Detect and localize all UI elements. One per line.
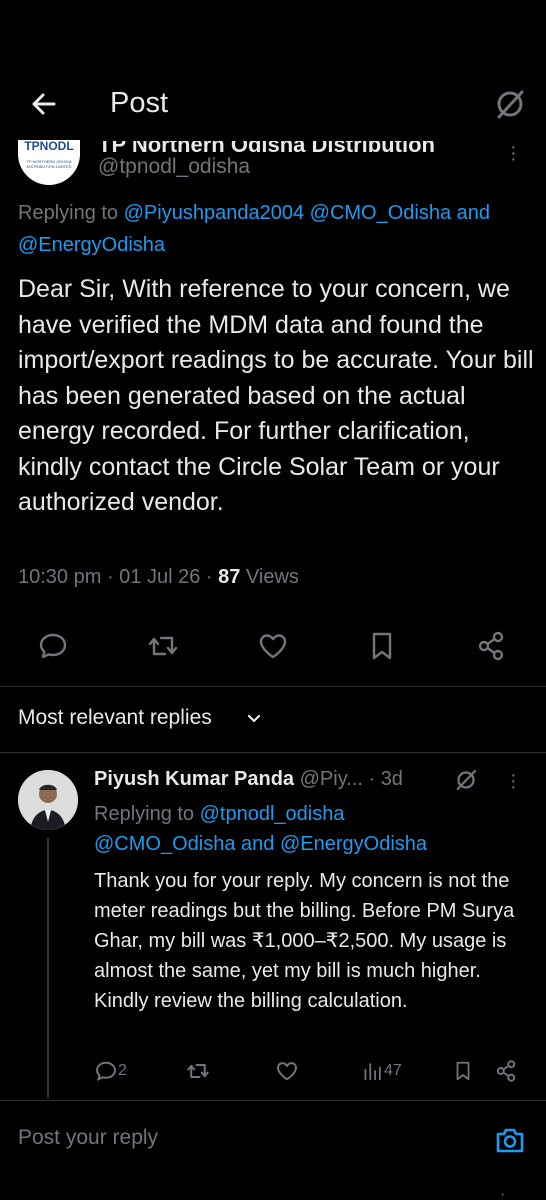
post-date: 01 Jul 26	[119, 566, 201, 588]
reply-author-avatar[interactable]	[18, 770, 78, 830]
reply-repost-button[interactable]	[186, 1058, 210, 1084]
reply-views-button[interactable]: 47	[362, 1058, 402, 1084]
replying-label: Replying to	[94, 803, 195, 825]
top-bar: Post	[0, 0, 546, 140]
more-options-icon: ·	[500, 1186, 506, 1200]
repost-icon[interactable]	[147, 630, 179, 662]
page-title: Post	[110, 87, 169, 119]
bookmark-icon[interactable]	[366, 630, 398, 662]
chevron-down-icon[interactable]	[244, 708, 264, 728]
author-avatar[interactable]: TPNODL TP NORTHERN ODISHA DISTRIBUTION L…	[18, 137, 80, 185]
reply-count: 2	[118, 1062, 127, 1079]
reply-author-handle[interactable]: @Piy...	[300, 768, 363, 790]
post-action-bar	[0, 630, 546, 664]
reply-time: 3d	[380, 768, 403, 790]
views-label: Views	[245, 566, 299, 588]
person-avatar-icon	[18, 770, 78, 830]
replying-to-line-2: @EnergyOdisha	[18, 234, 165, 257]
share-icon[interactable]	[475, 630, 507, 662]
views-count: 87	[218, 566, 241, 588]
reply-compose-input[interactable]: Post your reply	[18, 1126, 158, 1150]
reply-bookmark-button[interactable]	[452, 1058, 474, 1084]
replying-label: Replying to	[18, 202, 119, 224]
reply-action-bar: 2 47	[0, 1058, 546, 1086]
mention-link[interactable]: @tpnodl_odisha	[200, 803, 345, 825]
mention-link[interactable]: @EnergyOdisha	[280, 833, 427, 855]
mention-and: and	[241, 833, 275, 855]
mention-link[interactable]: @CMO_Odisha	[310, 202, 451, 224]
reply-like-button[interactable]	[275, 1058, 299, 1084]
post-time: 10:30 pm	[18, 566, 102, 588]
reply-header: Piyush Kumar Panda @Piy... · 3d	[94, 768, 403, 790]
like-heart-icon	[277, 1062, 297, 1081]
replies-sort-label[interactable]: Most relevant replies	[18, 706, 212, 730]
avatar-logo-subtext: TP NORTHERN ODISHA DISTRIBUTION LIMITED	[26, 159, 72, 169]
reply-views-count: 47	[384, 1062, 402, 1079]
bookmark-icon	[456, 1061, 470, 1081]
reply-author-name[interactable]: Piyush Kumar Panda	[94, 768, 294, 790]
grok-icon[interactable]	[494, 88, 526, 120]
divider	[0, 752, 546, 753]
more-options-icon[interactable]: · · ·	[510, 137, 517, 169]
author-handle[interactable]: @tpnodl_odisha	[98, 155, 250, 179]
divider	[0, 1100, 546, 1101]
mention-and: and	[456, 202, 491, 224]
more-options-icon[interactable]: · · ·	[510, 765, 517, 797]
grok-icon[interactable]	[454, 768, 478, 792]
reply-icon[interactable]	[37, 630, 69, 662]
post-meta: 10:30 pm · 01 Jul 26 · 87 Views	[18, 566, 299, 588]
reply-replying-to: Replying to @tpnodl_odisha	[94, 803, 344, 826]
share-icon	[496, 1060, 516, 1082]
reply-replying-to-2: @CMO_Odisha and @EnergyOdisha	[94, 833, 427, 856]
mention-link[interactable]: @Piyushpanda2004	[124, 202, 304, 224]
reply-body: Thank you for your reply. My concern is …	[94, 870, 515, 1012]
reply-share-button[interactable]	[494, 1058, 518, 1084]
mention-link[interactable]: @CMO_Odisha	[94, 833, 235, 855]
post-body: Dear Sir, With reference to your concern…	[18, 275, 534, 516]
camera-icon[interactable]	[494, 1124, 526, 1156]
like-heart-icon[interactable]	[257, 630, 289, 662]
divider	[0, 686, 546, 687]
repost-icon	[187, 1064, 209, 1078]
back-arrow-icon[interactable]	[28, 88, 60, 120]
reply-compose-bar	[0, 1100, 546, 1200]
reply-comment-button[interactable]: 2	[94, 1058, 127, 1084]
replying-to-line: Replying to @Piyushpanda2004 @CMO_Odisha…	[18, 202, 490, 225]
mention-link[interactable]: @EnergyOdisha	[18, 234, 165, 256]
views-chart-icon	[364, 1063, 381, 1081]
reply-icon	[96, 1061, 116, 1081]
